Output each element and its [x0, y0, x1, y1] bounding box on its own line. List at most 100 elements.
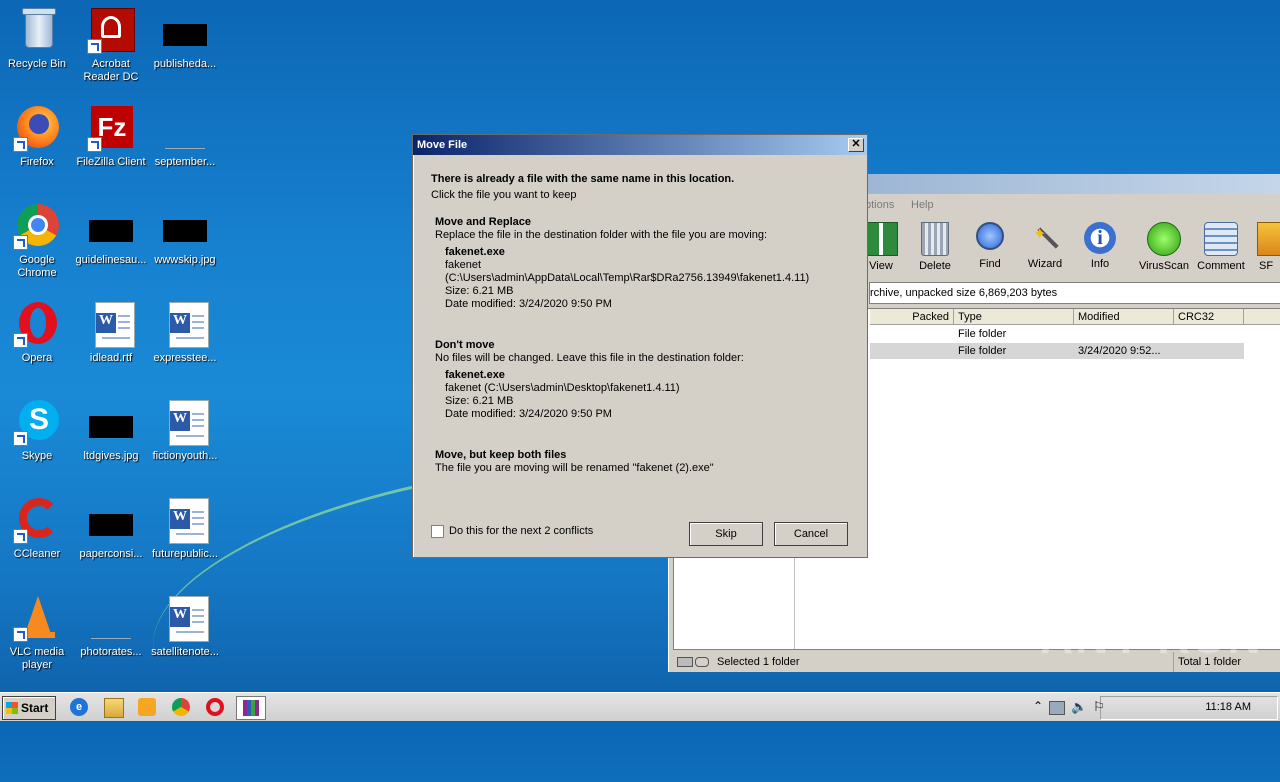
- redacted-thumbnail-icon: [161, 6, 209, 54]
- chrome-taskbar-icon[interactable]: [172, 698, 190, 716]
- table-row-selected[interactable]: File folder 3/24/2020 9:52...: [870, 343, 1244, 359]
- network-icon[interactable]: [1049, 701, 1065, 715]
- toolbar-label: SF: [1259, 260, 1274, 272]
- acrobat-icon: [87, 6, 135, 54]
- table-row[interactable]: File folder: [870, 326, 1244, 342]
- close-icon[interactable]: ✕: [848, 138, 864, 152]
- dialog-heading: There is already a file with the same na…: [431, 173, 735, 185]
- option-file-date: Date modified: 3/24/2020 9:50 PM: [445, 298, 612, 310]
- toolbar-sfx-button[interactable]: SF: [1249, 222, 1280, 272]
- dialog-titlebar[interactable]: Move File ✕: [413, 135, 867, 155]
- desktop-icon-label: FileZilla Client: [76, 156, 146, 168]
- desktop-icon-firefox[interactable]: Firefox: [0, 104, 74, 169]
- key-icon: [695, 657, 709, 667]
- desktop-icon-september[interactable]: september...: [148, 104, 222, 169]
- desktop-icon-ltdgives[interactable]: ltdgives.jpg: [74, 398, 148, 463]
- desktop-icon-satellitenote[interactable]: W satellitenote...: [148, 594, 222, 659]
- desktop-icon-skype[interactable]: S Skype: [0, 398, 74, 463]
- toolbar-label: Wizard: [1027, 258, 1063, 270]
- column-type[interactable]: Type: [954, 309, 1074, 325]
- column-packed[interactable]: Packed: [870, 309, 954, 325]
- option-filename: fakenet.exe: [445, 369, 505, 381]
- drive-icon: [677, 657, 693, 667]
- desktop-icon-opera[interactable]: Opera: [0, 300, 74, 365]
- conflicts-checkbox[interactable]: [431, 525, 444, 538]
- toolbar-label: Comment: [1197, 260, 1245, 272]
- redacted-thumbnail-icon: [87, 202, 135, 250]
- menu-help[interactable]: Help: [911, 194, 934, 216]
- menu-options[interactable]: ptions: [865, 194, 894, 216]
- option-file-line1: fakenet: [445, 259, 482, 271]
- column-label: Modified: [1078, 311, 1120, 323]
- desktop-icon-paperconsi[interactable]: paperconsi...: [74, 496, 148, 561]
- desktop-icon-ccleaner[interactable]: CCleaner: [0, 496, 74, 561]
- sfx-icon: [1257, 222, 1280, 256]
- desktop-icon-label: wwwskip.jpg: [154, 254, 216, 266]
- toolbar-virusscan-button[interactable]: VirusScan: [1136, 222, 1192, 272]
- option-file-date: Date modified: 3/24/2020 9:50 PM: [445, 408, 612, 420]
- desktop-icon-label: Firefox: [20, 156, 54, 168]
- toolbar-wizard-button[interactable]: ✦ Wizard: [1017, 222, 1073, 270]
- redacted-thumbnail-icon: [87, 496, 135, 544]
- volume-icon[interactable]: 🔈: [1071, 699, 1087, 715]
- wand-icon: ✦: [1029, 222, 1061, 254]
- desktop-icon-idlead[interactable]: W idlead.rtf: [74, 300, 148, 365]
- desktop-icon-futurepublic[interactable]: W futurepublic...: [148, 496, 222, 561]
- desktop-icon-recycle-bin[interactable]: Recycle Bin: [0, 6, 74, 71]
- desktop-icon-expresstee[interactable]: W expresstee...: [148, 300, 222, 365]
- toolbar-delete-button[interactable]: Delete: [907, 222, 963, 272]
- desktop-icon-guidelinesau[interactable]: guidelinesau...: [74, 202, 148, 267]
- option-file-size: Size: 6.21 MB: [445, 395, 514, 407]
- ie-icon[interactable]: e: [70, 698, 88, 716]
- desktop-icon-label: Recycle Bin: [7, 58, 67, 70]
- desktop-icon-label: futurepublic...: [151, 548, 219, 560]
- column-modified[interactable]: Modified: [1074, 309, 1174, 325]
- option-keep-both[interactable]: Move, but keep both files The file you a…: [429, 447, 849, 481]
- blank-file-icon: [87, 594, 135, 642]
- action-center-flag-icon[interactable]: ⚐: [1093, 699, 1105, 715]
- option-title: Move and Replace: [435, 216, 531, 228]
- desktop-icon-label: Acrobat Reader DC: [83, 58, 139, 83]
- option-desc: Replace the file in the destination fold…: [435, 229, 768, 241]
- option-dont-move[interactable]: Don't move No files will be changed. Lea…: [429, 335, 849, 425]
- desktop-icon-fictionyouth[interactable]: W fictionyouth...: [148, 398, 222, 463]
- desktop-icon-wwwskip[interactable]: wwwskip.jpg: [148, 202, 222, 267]
- desktop-icon-photorates[interactable]: photorates...: [74, 594, 148, 659]
- trash-icon: [921, 222, 949, 256]
- cell-modified: 3/24/2020 9:52...: [1078, 345, 1161, 357]
- clock[interactable]: 11:18 AM: [1205, 701, 1251, 713]
- skype-icon: S: [13, 398, 61, 446]
- desktop-icon-vlc[interactable]: VLC media player: [0, 594, 74, 672]
- archive-info-bar: rchive, unpacked size 6,869,203 bytes: [869, 282, 1280, 304]
- skip-button[interactable]: Skip: [689, 522, 763, 546]
- desktop-icon-label: publisheda...: [153, 58, 217, 70]
- option-desc: The file you are moving will be renamed …: [435, 462, 714, 474]
- toolbar-comment-button[interactable]: Comment: [1193, 222, 1249, 272]
- blank-file-icon: [161, 104, 209, 152]
- desktop-icon-label: Skype: [21, 450, 53, 462]
- toolbar-find-button[interactable]: Find: [962, 222, 1018, 270]
- desktop-icon-label: expresstee...: [153, 352, 217, 364]
- desktop-icon-google-chrome[interactable]: Google Chrome: [0, 202, 74, 280]
- option-move-and-replace[interactable]: Move and Replace Replace the file in the…: [429, 213, 849, 313]
- show-hidden-icons-chevron[interactable]: ⌃: [1033, 699, 1043, 713]
- desktop-icon-acrobat[interactable]: Acrobat Reader DC: [74, 6, 148, 84]
- cell-type: File folder: [958, 328, 1007, 340]
- toolbar-label: VirusScan: [1139, 260, 1189, 272]
- desktop-icon-publisheda[interactable]: publisheda...: [148, 6, 222, 71]
- tree-pane[interactable]: [674, 549, 795, 649]
- desktop-icon-label: paperconsi...: [79, 548, 143, 560]
- option-title: Don't move: [435, 339, 495, 351]
- desktop-icon-filezilla[interactable]: Fz FileZilla Client: [74, 104, 148, 169]
- cancel-button[interactable]: Cancel: [774, 522, 848, 546]
- media-player-icon[interactable]: [138, 698, 156, 716]
- explorer-folder-icon[interactable]: [104, 698, 124, 718]
- opera-taskbar-icon[interactable]: [206, 698, 224, 716]
- desktop-icon-label: photorates...: [80, 646, 142, 658]
- start-button[interactable]: Start: [2, 696, 56, 720]
- archive-info-text: rchive, unpacked size 6,869,203 bytes: [870, 287, 1058, 299]
- column-crc32[interactable]: CRC32: [1174, 309, 1244, 325]
- winrar-taskbar-icon[interactable]: [236, 696, 266, 720]
- toolbar-label: Info: [1090, 258, 1110, 270]
- toolbar-info-button[interactable]: i Info: [1072, 222, 1128, 270]
